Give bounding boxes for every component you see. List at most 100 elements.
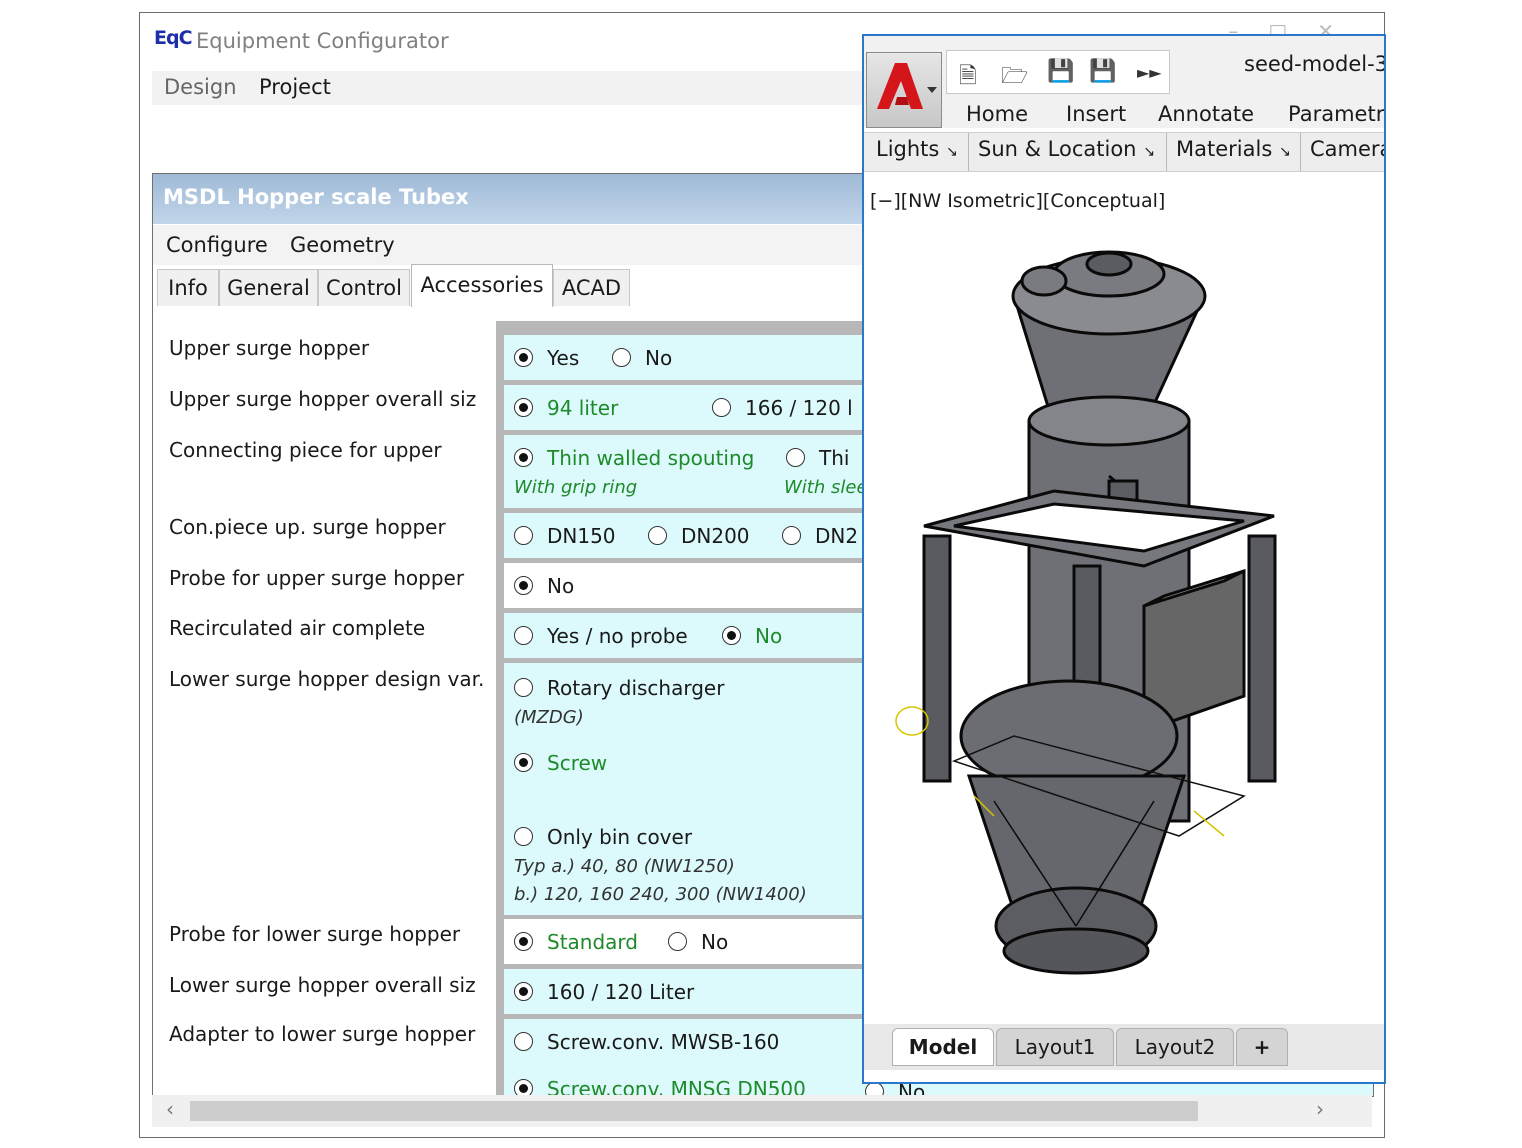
radio-indicator[interactable] — [514, 448, 533, 467]
radio-indicator[interactable] — [712, 398, 731, 417]
tab-general[interactable]: General — [219, 269, 318, 306]
tab-acad[interactable]: ACAD — [553, 269, 630, 306]
radio-dn2[interactable]: DN2 — [782, 524, 858, 548]
cad-file-title: seed-model-3 — [1244, 52, 1386, 76]
autocad-logo-icon[interactable] — [867, 53, 941, 127]
ribbon-tab-insert[interactable]: Insert — [1066, 102, 1126, 126]
menu-project[interactable]: Project — [259, 75, 331, 99]
ribbon-tab-annotate[interactable]: Annotate — [1158, 102, 1254, 126]
panel-launcher-icon: ↘ — [1143, 144, 1155, 160]
note-typ-a: Typ a.) 40, 80 (NW1250) — [514, 856, 735, 877]
menu-configure[interactable]: Configure — [166, 233, 268, 257]
panel-separator — [1166, 133, 1167, 171]
hopper-3d-model[interactable] — [894, 236, 1294, 976]
tab-accessories[interactable]: Accessories — [411, 264, 553, 307]
scroll-right-icon[interactable]: › — [1316, 1097, 1324, 1121]
scrollbar-thumb[interactable] — [190, 1101, 1198, 1121]
label-adapter-lower: Adapter to lower surge hopper — [169, 1022, 476, 1046]
radio-indicator[interactable] — [514, 398, 533, 417]
radio-probe-lower-no[interactable]: No — [668, 930, 728, 954]
quick-access-toolbar: 🗎 🗁 💾 💾 ►► — [946, 50, 1170, 94]
radio-indicator[interactable] — [514, 678, 533, 697]
radio-indicator[interactable] — [514, 932, 533, 951]
more-tools-icon[interactable]: ►► — [1137, 63, 1162, 82]
save-icon[interactable]: 💾 — [1047, 59, 1074, 84]
horizontal-scrollbar[interactable]: ‹ › — [152, 1095, 1372, 1127]
ribbon-tab-parametric[interactable]: Parametri — [1288, 102, 1384, 126]
cad-window: 🗎 🗁 💾 💾 ►► seed-model-3 Home Insert Anno… — [862, 34, 1386, 1084]
panel-lights[interactable]: Lights ↘ — [876, 137, 958, 161]
radio-dn200[interactable]: DN200 — [648, 524, 750, 548]
label-lower-size: Lower surge hopper overall siz — [169, 973, 476, 997]
panel-sun-location[interactable]: Sun & Location ↘ — [978, 137, 1155, 161]
cad-quick-access-bar: 🗎 🗁 💾 💾 ►► seed-model-3 Home Insert Anno… — [864, 36, 1384, 128]
label-lower-design: Lower surge hopper design var. — [169, 667, 485, 691]
radio-probe-upper-no[interactable]: No — [514, 574, 574, 598]
radio-indicator[interactable] — [612, 348, 631, 367]
panel-launcher-icon: ↘ — [946, 144, 958, 160]
ribbon-panel-bar: Lights ↘ Sun & Location ↘ Materials ↘ Ca… — [864, 132, 1384, 172]
note-grip-ring: With grip ring — [514, 477, 638, 498]
radio-indicator[interactable] — [668, 932, 687, 951]
radio-rotary-discharger[interactable]: Rotary discharger — [514, 676, 724, 700]
radio-indicator[interactable] — [514, 626, 533, 645]
radio-indicator[interactable] — [514, 753, 533, 772]
tab-control[interactable]: Control — [318, 269, 410, 306]
radio-mwsb-160[interactable]: Screw.conv. MWSB-160 — [514, 1030, 779, 1054]
menu-design[interactable]: Design — [164, 75, 237, 99]
panel-materials[interactable]: Materials ↘ — [1176, 137, 1291, 161]
radio-yes[interactable]: Yes — [514, 346, 579, 370]
radio-94-liter[interactable]: 94 liter — [514, 396, 618, 420]
radio-only-bin-cover[interactable]: Only bin cover — [514, 825, 692, 849]
ribbon-tab-home[interactable]: Home — [966, 102, 1028, 126]
document-title: MSDL Hopper scale Tubex — [163, 185, 469, 209]
open-folder-icon[interactable]: 🗁 — [1001, 59, 1028, 97]
radio-indicator[interactable] — [722, 626, 741, 645]
add-layout-button[interactable]: + — [1236, 1028, 1288, 1066]
radio-indicator[interactable] — [514, 526, 533, 545]
tab-info[interactable]: Info — [157, 269, 219, 306]
radio-standard[interactable]: Standard — [514, 930, 638, 954]
label-probe-upper: Probe for upper surge hopper — [169, 566, 465, 590]
menu-geometry[interactable]: Geometry — [290, 233, 395, 257]
radio-thi[interactable]: Thi — [786, 446, 849, 470]
radio-thin-walled-spouting[interactable]: Thin walled spouting — [514, 446, 754, 470]
radio-dn150[interactable]: DN150 — [514, 524, 616, 548]
save-as-icon[interactable]: 💾 — [1089, 59, 1116, 84]
radio-indicator[interactable] — [514, 576, 533, 595]
layout-tab-bar: Model Layout1 Layout2 + — [864, 1024, 1384, 1070]
radio-indicator[interactable] — [514, 982, 533, 1001]
cad-application-button[interactable] — [866, 52, 942, 128]
radio-indicator[interactable] — [786, 448, 805, 467]
radio-indicator[interactable] — [648, 526, 667, 545]
radio-yes-no-probe[interactable]: Yes / no probe — [514, 624, 688, 648]
radio-indicator[interactable] — [514, 827, 533, 846]
scroll-left-icon[interactable]: ‹ — [166, 1097, 174, 1121]
new-file-icon[interactable]: 🗎 — [959, 59, 977, 97]
layout-tab-layout1[interactable]: Layout1 — [996, 1028, 1114, 1066]
note-sleeve: With slee — [784, 477, 868, 498]
layout-tab-layout2[interactable]: Layout2 — [1116, 1028, 1234, 1066]
label-upper-size: Upper surge hopper overall siz — [169, 387, 477, 411]
app-logo: EqC — [154, 27, 193, 49]
radio-screw[interactable]: Screw — [514, 751, 607, 775]
radio-indicator[interactable] — [514, 348, 533, 367]
layout-tab-model[interactable]: Model — [892, 1028, 994, 1066]
label-con-piece-dn: Con.piece up. surge hopper — [169, 515, 446, 539]
radio-indicator[interactable] — [514, 1032, 533, 1051]
panel-camera[interactable]: Camera — [1310, 137, 1384, 161]
viewport-controls[interactable]: [−][NW Isometric][Conceptual] — [870, 190, 1165, 212]
app-title: Equipment Configurator — [196, 29, 449, 53]
radio-166-120[interactable]: 166 / 120 l — [712, 396, 853, 420]
panel-separator — [1300, 133, 1301, 171]
radio-mnsg-dn500[interactable]: Screw.conv. MNSG DN500 — [514, 1077, 806, 1096]
note-mzdg: (MZDG) — [514, 707, 584, 728]
panel-separator — [968, 133, 969, 171]
radio-recirc-no[interactable]: No — [722, 624, 782, 648]
radio-no[interactable]: No — [612, 346, 672, 370]
radio-indicator[interactable] — [782, 526, 801, 545]
label-upper-surge-hopper: Upper surge hopper — [169, 336, 370, 360]
radio-160-120-liter[interactable]: 160 / 120 Liter — [514, 980, 694, 1004]
note-typ-b: b.) 120, 160 240, 300 (NW1400) — [514, 884, 807, 905]
label-probe-lower: Probe for lower surge hopper — [169, 922, 461, 946]
